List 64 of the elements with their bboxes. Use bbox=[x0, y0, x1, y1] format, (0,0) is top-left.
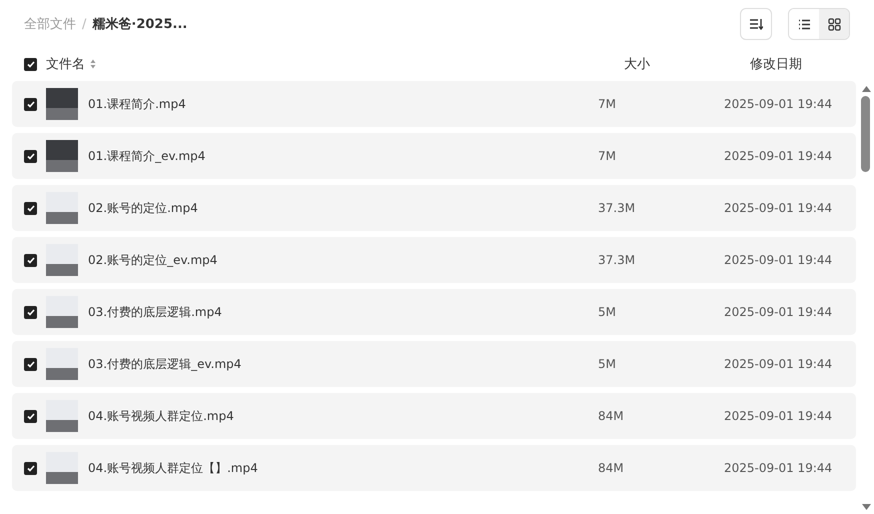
sort-button[interactable] bbox=[740, 8, 772, 40]
grid-view-button[interactable] bbox=[819, 9, 849, 39]
file-size: 84M bbox=[598, 409, 625, 423]
checkmark-icon bbox=[26, 464, 34, 472]
checkmark-icon bbox=[26, 412, 34, 420]
file-size: 7M bbox=[598, 97, 617, 111]
name-column-header[interactable]: 文件名 bbox=[46, 55, 85, 73]
row-checkbox[interactable] bbox=[24, 306, 37, 318]
file-size: 84M bbox=[598, 461, 625, 475]
file-name: 03.付费的底层逻辑_ev.mp4 bbox=[88, 356, 242, 372]
file-row[interactable]: 03.付费的底层逻辑_ev.mp4 5M 2025-09-01 19:44 bbox=[12, 341, 856, 387]
file-name: 01.课程简介_ev.mp4 bbox=[88, 148, 206, 164]
sort-icon[interactable] bbox=[90, 59, 96, 69]
scroll-down-icon[interactable] bbox=[862, 504, 871, 510]
modified-date: 2025-09-01 19:44 bbox=[724, 97, 832, 111]
file-name: 02.账号的定位_ev.mp4 bbox=[88, 252, 218, 268]
row-checkbox[interactable] bbox=[24, 462, 37, 474]
list-icon bbox=[798, 18, 810, 30]
breadcrumb-separator: / bbox=[82, 16, 86, 32]
date-column-header[interactable]: 修改日期 bbox=[750, 55, 874, 73]
file-name: 04.账号视频人群定位.mp4 bbox=[88, 408, 235, 424]
checkmark-icon bbox=[26, 256, 34, 264]
file-size: 37.3M bbox=[598, 201, 636, 215]
checkmark-icon bbox=[26, 308, 34, 316]
checkmark-icon bbox=[26, 152, 34, 160]
row-checkbox[interactable] bbox=[24, 98, 37, 110]
checkmark-icon bbox=[26, 100, 34, 108]
row-checkbox[interactable] bbox=[24, 410, 37, 422]
checkmark-icon bbox=[26, 204, 34, 212]
select-all-checkbox[interactable] bbox=[24, 58, 37, 70]
file-name: 01.课程简介.mp4 bbox=[88, 96, 187, 112]
file-row[interactable]: 04.账号视频人群定位.mp4 84M 2025-09-01 19:44 bbox=[12, 393, 856, 439]
checkmark-icon bbox=[26, 60, 34, 68]
file-name: 03.付费的底层逻辑.mp4 bbox=[88, 304, 223, 320]
scroll-up-icon[interactable] bbox=[862, 86, 871, 92]
file-row[interactable]: 02.账号的定位.mp4 37.3M 2025-09-01 19:44 bbox=[12, 185, 856, 231]
modified-date: 2025-09-01 19:44 bbox=[724, 461, 832, 475]
file-row[interactable]: 03.付费的底层逻辑.mp4 5M 2025-09-01 19:44 bbox=[12, 289, 856, 335]
file-row[interactable]: 01.课程简介.mp4 7M 2025-09-01 19:44 bbox=[12, 81, 856, 127]
row-checkbox[interactable] bbox=[24, 202, 37, 214]
file-size: 7M bbox=[598, 149, 617, 163]
modified-date: 2025-09-01 19:44 bbox=[724, 201, 832, 215]
file-row[interactable]: 04.账号视频人群定位【】.mp4 84M 2025-09-01 19:44 bbox=[12, 445, 856, 491]
modified-date: 2025-09-01 19:44 bbox=[724, 253, 832, 267]
row-checkbox[interactable] bbox=[24, 358, 37, 370]
file-size: 37.3M bbox=[598, 253, 636, 267]
modified-date: 2025-09-01 19:44 bbox=[724, 149, 832, 163]
size-column-header[interactable]: 大小 bbox=[624, 55, 750, 73]
file-size: 5M bbox=[598, 357, 617, 371]
grid-icon bbox=[828, 18, 840, 30]
modified-date: 2025-09-01 19:44 bbox=[724, 305, 832, 319]
file-name: 04.账号视频人群定位【】.mp4 bbox=[88, 460, 259, 476]
modified-date: 2025-09-01 19:44 bbox=[724, 357, 832, 371]
sort-icon bbox=[749, 18, 763, 30]
file-name: 02.账号的定位.mp4 bbox=[88, 200, 199, 216]
checkmark-icon bbox=[26, 360, 34, 368]
file-row[interactable]: 02.账号的定位_ev.mp4 37.3M 2025-09-01 19:44 bbox=[12, 237, 856, 283]
modified-date: 2025-09-01 19:44 bbox=[724, 409, 832, 423]
row-checkbox[interactable] bbox=[24, 150, 37, 162]
file-row[interactable]: 01.课程简介_ev.mp4 7M 2025-09-01 19:44 bbox=[12, 133, 856, 179]
scrollbar-thumb[interactable] bbox=[861, 96, 870, 172]
file-size: 5M bbox=[598, 305, 617, 319]
row-checkbox[interactable] bbox=[24, 254, 37, 266]
breadcrumb-item: 糯米爸·2025... bbox=[92, 16, 188, 33]
